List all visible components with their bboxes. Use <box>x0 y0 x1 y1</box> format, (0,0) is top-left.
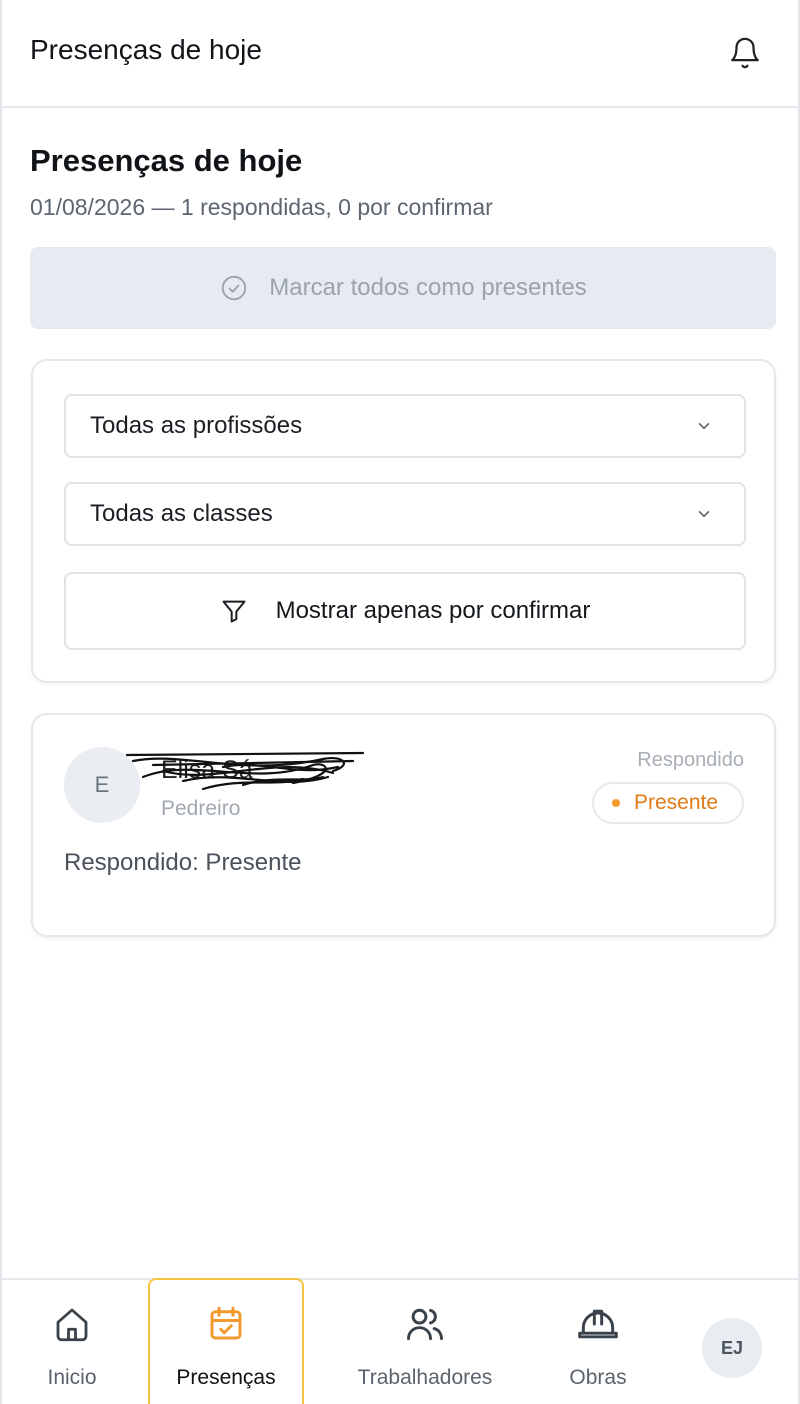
app-bar-title: Presenças de hoje <box>30 34 262 65</box>
worker-card[interactable]: E Elisa Sá Pedreiro Respondido Presente … <box>31 713 776 937</box>
mark-all-label: Marcar todos como presentes <box>269 274 587 301</box>
chevron-down-icon <box>694 504 714 524</box>
status-dot <box>612 799 620 807</box>
class-select-value: Todas as classes <box>90 500 273 527</box>
status-badge: Presente <box>592 782 744 824</box>
page-title: Presenças de hoje <box>30 143 303 178</box>
filters-card: Todas as profissões Todas as classes Mos… <box>31 359 776 683</box>
calendar-check-icon <box>205 1302 247 1346</box>
mark-all-present-button[interactable]: Marcar todos como presentes <box>30 247 776 329</box>
nav-label-inicio: Inicio <box>47 1366 97 1389</box>
profession-select-value: Todas as profissões <box>90 412 303 439</box>
bottom-navigation: Inicio Presenças Trabalhadores Obras EJ <box>2 1278 798 1404</box>
show-pending-label: Mostrar apenas por confirmar <box>275 597 591 624</box>
user-avatar[interactable]: EJ <box>702 1318 762 1378</box>
status-text: Presente <box>634 791 719 814</box>
worker-name-container: Elisa Sá <box>125 751 371 793</box>
bell-icon[interactable] <box>726 34 764 72</box>
chevron-down-icon <box>694 416 714 436</box>
class-select[interactable]: Todas as classes <box>64 482 746 546</box>
profession-select[interactable]: Todas as profissões <box>64 394 746 458</box>
response-state-label: Respondido <box>637 749 744 771</box>
check-circle-icon <box>219 273 249 303</box>
top-bar: Presenças de hoje <box>2 0 798 108</box>
nav-label-presencas: Presenças <box>176 1366 276 1389</box>
worker-name: Elisa Sá <box>161 756 253 784</box>
show-pending-only-button[interactable]: Mostrar apenas por confirmar <box>64 572 746 650</box>
nav-item-obras[interactable]: Obras <box>558 1280 638 1404</box>
worker-role: Pedreiro <box>161 797 241 820</box>
nav-item-trabalhadores[interactable]: Trabalhadores <box>350 1280 500 1404</box>
nav-label-trabalhadores: Trabalhadores <box>357 1366 493 1389</box>
nav-item-presencas[interactable]: Presenças <box>148 1278 304 1404</box>
nav-item-inicio[interactable]: Inicio <box>32 1280 112 1404</box>
filter-icon <box>220 597 248 625</box>
worker-avatar: E <box>64 747 140 823</box>
users-icon <box>403 1302 447 1346</box>
nav-label-obras: Obras <box>569 1366 627 1389</box>
home-icon <box>51 1302 93 1346</box>
page-subtitle: 01/08/2026 — 1 respondidas, 0 por confir… <box>30 194 493 220</box>
response-summary: Respondido: Presente <box>64 849 302 876</box>
app-frame: Presenças de hoje Presenças de hoje 01/0… <box>0 0 800 1404</box>
hard-hat-icon <box>576 1302 620 1346</box>
